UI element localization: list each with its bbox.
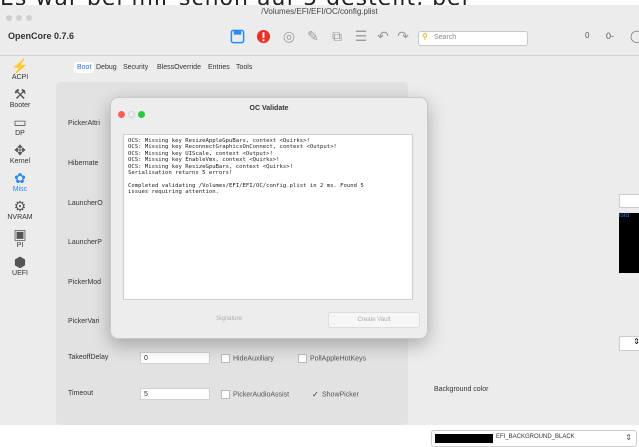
- hideauxiliary-label: HideAuxiliary: [233, 355, 274, 363]
- tab-blessoverride[interactable]: BlessOverride: [157, 64, 201, 71]
- toolbar: OpenCore 0.7.6 ◎ ✎ ⧉ ☰ ↶ ↷ ⚲ Search 0 0-…: [0, 19, 639, 56]
- signature-button[interactable]: Signature: [205, 312, 253, 326]
- dialog-title: OC Validate: [249, 105, 289, 112]
- background-color-label: Background color: [434, 386, 489, 393]
- sidebar-item-label: Misc: [12, 186, 28, 193]
- takeoffdelay-input[interactable]: 0: [140, 352, 210, 364]
- checkmark-icon: ✓: [312, 390, 319, 399]
- sidebar-item-label: NVRAM: [7, 214, 33, 221]
- timeout-label: Timeout: [68, 390, 94, 397]
- kernel-icon: ✥: [14, 142, 26, 158]
- hibernatemode-label: Hibernate: [68, 160, 99, 167]
- tab-security[interactable]: Security: [123, 64, 148, 71]
- right-text-field[interactable]: [619, 194, 639, 208]
- redo-icon[interactable]: ↷: [394, 27, 412, 45]
- sidebar-item-nvram[interactable]: ⚙ NVRAM: [0, 198, 40, 221]
- create-vault-button[interactable]: Create Vault: [328, 312, 420, 328]
- takeoffdelay-label: TakeoffDelay: [68, 354, 109, 361]
- platform-info-icon: ▣: [13, 226, 27, 242]
- pickervariant-label: PickerVari: [68, 318, 100, 325]
- oc-validate-dialog: OC Validate OCS: Missing key ResizeApple…: [110, 97, 428, 339]
- showpicker-label: ShowPicker: [322, 391, 359, 399]
- edit-icon[interactable]: ✎: [304, 27, 322, 45]
- help-icon[interactable]: ◯: [630, 29, 639, 43]
- black-preview-text: lord: [619, 213, 630, 219]
- save-icon[interactable]: [228, 27, 246, 45]
- dialog-zoom-button[interactable]: [138, 111, 145, 118]
- dialog-minimize-button[interactable]: [128, 111, 135, 118]
- checkbox-box: [221, 354, 230, 363]
- timeout-input[interactable]: 5: [140, 388, 210, 400]
- sidebar-item-uefi[interactable]: ⬢ UEFI: [0, 254, 40, 277]
- pollapplehotkeys-label: PollAppleHotKeys: [310, 355, 367, 363]
- tab-tools[interactable]: Tools: [236, 64, 252, 71]
- app-window: /Volumes/EFI/EFI/OC/config.plist OpenCor…: [0, 5, 639, 447]
- right-panel: lord ⇕ Background color EFI_BACKGROUND_B…: [421, 82, 639, 447]
- server-icon[interactable]: ☰: [352, 27, 370, 45]
- sidebar-item-pi[interactable]: ▣ PI: [0, 226, 40, 249]
- pollapplehotkeys-checkbox[interactable]: PollAppleHotKeys: [298, 354, 366, 363]
- hideauxiliary-checkbox[interactable]: HideAuxiliary: [221, 354, 274, 363]
- black-preview-box: lord: [619, 213, 639, 273]
- misc-icon: ✿: [14, 170, 26, 186]
- tab-entries[interactable]: Entries: [208, 64, 230, 71]
- sidebar-item-label: PI: [16, 242, 24, 249]
- sidebar-item-dp[interactable]: ▭ DP: [0, 114, 40, 137]
- gear-menu-icon[interactable]: 0-: [606, 31, 614, 41]
- select-arrow-icon: ⇕: [625, 433, 632, 442]
- search-icon: ⚲: [422, 32, 428, 41]
- booter-icon: ⚒: [13, 86, 27, 102]
- copy-icon[interactable]: ⧉: [328, 27, 346, 45]
- search-placeholder: Search: [434, 34, 457, 41]
- sidebar-item-booter[interactable]: ⚒ Booter: [0, 86, 40, 109]
- sidebar: ⚡ ACPI ⚒ Booter ▭ DP ✥ Kernel ✿ Misc ⚙ N…: [0, 56, 40, 425]
- color-swatch: [435, 434, 493, 443]
- showpicker-checkbox[interactable]: ✓ ShowPicker: [312, 390, 359, 399]
- pickerattributes-label: PickerAttri: [68, 120, 100, 127]
- app-name: OpenCore 0.7.6: [8, 31, 75, 41]
- device-properties-icon: ▭: [13, 114, 27, 130]
- right-select-arrow-icon[interactable]: ⇕: [619, 336, 639, 351]
- undo-icon[interactable]: ↶: [374, 27, 392, 45]
- acpi-icon: ⚡: [11, 58, 29, 74]
- sidebar-item-label: Booter: [9, 102, 31, 109]
- sidebar-item-label: ACPI: [11, 74, 29, 81]
- pickeraudioassist-checkbox[interactable]: PickerAudioAssist: [221, 390, 289, 399]
- dialog-close-button[interactable]: [118, 111, 125, 118]
- search-input[interactable]: ⚲ Search: [418, 31, 528, 46]
- search-count: 0: [585, 31, 590, 40]
- sidebar-item-misc[interactable]: ✿ Misc: [0, 170, 40, 193]
- window-titlebar: /Volumes/EFI/EFI/OC/config.plist: [0, 5, 639, 21]
- validation-output[interactable]: OCS: Missing key ResizeAppleGpuBars, con…: [123, 134, 413, 300]
- pickeraudioassist-label: PickerAudioAssist: [233, 391, 290, 399]
- warning-icon[interactable]: [254, 27, 272, 45]
- nvram-icon: ⚙: [13, 198, 27, 214]
- sidebar-item-label: DP: [15, 130, 25, 137]
- launcheroption-label: LauncherO: [68, 200, 103, 207]
- window-title: /Volumes/EFI/EFI/OC/config.plist: [261, 7, 378, 16]
- sidebar-item-acpi[interactable]: ⚡ ACPI: [0, 58, 40, 81]
- checkbox-box: [221, 390, 230, 399]
- sidebar-item-kernel[interactable]: ✥ Kernel: [0, 142, 40, 165]
- pickermode-label: PickerMod: [68, 279, 102, 286]
- background-color-value: EFI_BACKGROUND_BLACK: [496, 434, 575, 440]
- sidebar-item-label: Kernel: [9, 158, 31, 165]
- launcherpath-label: LauncherP: [68, 239, 102, 246]
- database-icon[interactable]: ◎: [280, 27, 298, 45]
- checkbox-box: [298, 354, 307, 363]
- sidebar-item-label: UEFI: [12, 270, 28, 277]
- background-color-select[interactable]: EFI_BACKGROUND_BLACK ⇕: [431, 430, 637, 447]
- tab-debug[interactable]: Debug: [96, 64, 117, 71]
- uefi-icon: ⬢: [13, 254, 27, 270]
- tab-boot[interactable]: Boot: [74, 62, 95, 73]
